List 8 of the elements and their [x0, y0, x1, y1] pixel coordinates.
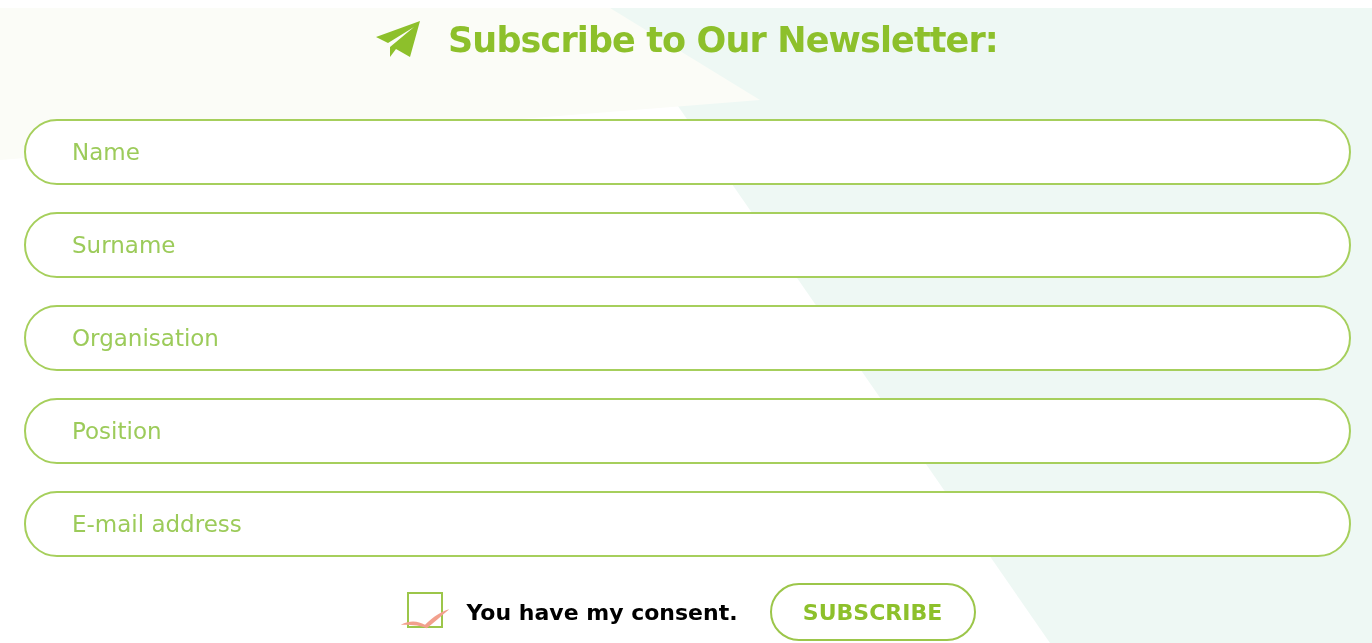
subscribe-button[interactable]: SUBSCRIBE	[769, 583, 976, 641]
input-field[interactable]: Organisation	[24, 305, 1351, 371]
consent-label: You have my consent.	[466, 598, 738, 627]
input-field[interactable]: Surname	[24, 212, 1351, 278]
input-field[interactable]: Position	[24, 398, 1351, 464]
input-field[interactable]: Name	[24, 119, 1351, 185]
newsletter-title: Subscribe to Our Newsletter:	[448, 18, 998, 62]
input-field[interactable]: E-mail address	[24, 491, 1351, 557]
